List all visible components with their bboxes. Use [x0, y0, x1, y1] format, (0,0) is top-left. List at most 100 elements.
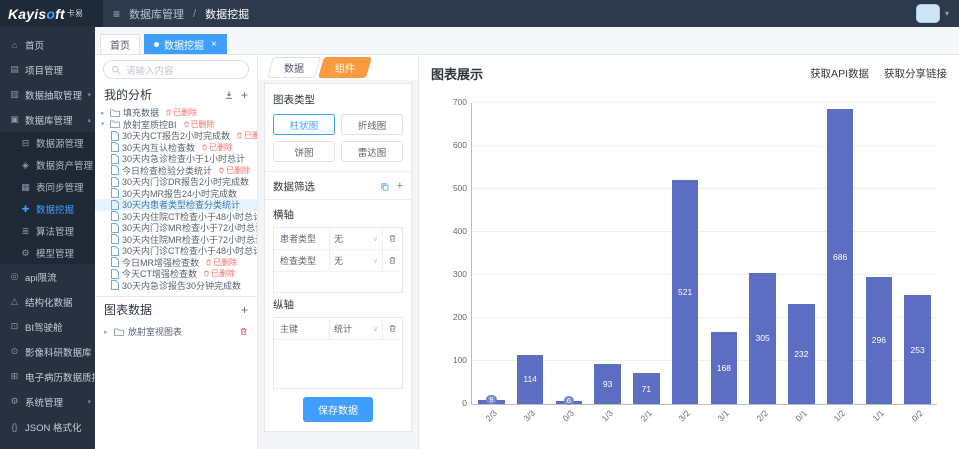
caret-icon[interactable]: ▸ [104, 328, 110, 336]
save-data-button[interactable]: 保存数据 [303, 397, 373, 422]
aggregation-select[interactable]: 无∨ [329, 228, 382, 249]
tree-item[interactable]: 30天内住院MR检查小于72小时总计 [95, 234, 257, 246]
tab-component[interactable]: 组件 [318, 57, 372, 78]
chart-type-radar-button[interactable]: 雷达图 [341, 141, 403, 162]
tree-item[interactable]: ▸填充数据已删除 [95, 107, 257, 119]
get-share-link[interactable]: 获取分享链接 [884, 66, 947, 81]
data-filter-label: 数据筛选 [273, 179, 315, 194]
bar[interactable]: 71 [633, 373, 659, 404]
get-api-data-link[interactable]: 获取API数据 [810, 66, 869, 81]
sidebar-item-mining[interactable]: ✚数据挖掘 [0, 198, 95, 220]
import-icon[interactable] [224, 90, 234, 100]
sidebar-item-extract[interactable]: ▥数据抽取管理▾ [0, 82, 95, 107]
add-chart-data-icon[interactable]: + [241, 305, 248, 315]
x-tick-label: 3/3 [522, 408, 537, 423]
sidebar-item-table-sync[interactable]: ▦表同步管理 [0, 176, 95, 198]
tree-item[interactable]: 30天内互认检查数已删除 [95, 142, 257, 154]
chevron-up-icon: ▴ [87, 116, 91, 124]
aggregation-select[interactable]: 无∨ [329, 250, 382, 271]
divider [265, 171, 411, 172]
add-analysis-icon[interactable]: + [241, 90, 248, 100]
tree-item[interactable]: 30天内MR报告24小时完成数 [95, 188, 257, 200]
sidebar-item-datasource[interactable]: ⊟数据源管理 [0, 132, 95, 154]
chart-type-line-button[interactable]: 折线图 [341, 114, 403, 135]
chart-data-tree-item[interactable]: ▸ 放射室视图表 [104, 325, 248, 338]
sidebar-item-api[interactable]: ◎api限流 [0, 264, 95, 289]
bar[interactable]: 168 [711, 332, 737, 404]
breadcrumb-parent[interactable]: 数据库管理 [129, 6, 184, 22]
tree-item[interactable]: 30天内门诊CT检查小于48小时总计 [95, 245, 257, 257]
tree-item[interactable]: 今日MR增强检查数已删除 [95, 257, 257, 269]
sidebar-submenu: ⊟数据源管理◈数据资产管理▦表同步管理✚数据挖掘≣算法管理⚙模型管理 [0, 132, 95, 264]
folder-icon [114, 328, 124, 336]
bar[interactable]: 296 [866, 277, 892, 404]
sidebar-item-imaging[interactable]: ⊙影像科研数据库 [0, 339, 95, 364]
sidebar-item-system[interactable]: ⚙系统管理▾ [0, 389, 95, 414]
bar[interactable]: 9 [478, 400, 504, 404]
tree-item[interactable]: 30天内CT报告2小时完成数已删除 [95, 130, 257, 142]
x-tick-label: 1/2 [832, 408, 847, 423]
chart-data-title: 图表数据 [104, 301, 152, 318]
sidebar-item-database[interactable]: ▣数据库管理▴ [0, 107, 95, 132]
sidebar-item-label: 数据源管理 [36, 136, 84, 150]
user-avatar[interactable] [916, 4, 940, 23]
tree-item[interactable]: 30天内住院CT检查小于48小时总计 [95, 211, 257, 223]
deleted-tag: 已删除 [218, 165, 250, 176]
sidebar-item-algorithm[interactable]: ≣算法管理 [0, 220, 95, 242]
sidebar-item-label: JSON 格式化 [25, 420, 81, 434]
sidebar-item-bi[interactable]: ⊡BI驾驶舱 [0, 314, 95, 339]
y-tick-label: 100 [453, 355, 467, 365]
sidebar-item-asset[interactable]: ◈数据资产管理 [0, 154, 95, 176]
bar[interactable]: 521 [672, 180, 698, 404]
caret-icon[interactable]: ▾ [101, 120, 107, 128]
sidebar-item-structured[interactable]: △结构化数据 [0, 289, 95, 314]
bar-value-label: 93 [603, 379, 612, 389]
sidebar-item-emr[interactable]: ⊞电子病历数据质控 [0, 364, 95, 389]
chart-data-section: 图表数据 + ▸ 放射室视图表 [95, 296, 257, 342]
sidebar-item-project[interactable]: ▤项目管理 [0, 57, 95, 82]
delete-chart-data-icon[interactable] [239, 327, 248, 336]
deleted-tag: 已删除 [201, 142, 233, 153]
tree-item-label: 今日MR增强检查数 [122, 257, 199, 269]
bar[interactable]: 6 [556, 401, 582, 404]
delete-field-button[interactable] [382, 250, 402, 271]
file-icon [111, 280, 119, 290]
search-input[interactable]: 请输入内容 [103, 60, 249, 79]
caret-icon[interactable]: ▸ [101, 109, 107, 117]
aggregation-select[interactable]: 统计∨ [329, 318, 382, 339]
delete-field-button[interactable] [382, 318, 402, 339]
add-filter-icon[interactable]: + [397, 182, 403, 191]
tree-item[interactable]: 30天内门诊MR检查小于72小时总计 [95, 222, 257, 234]
tree-item[interactable]: 今天CT增强检查数已删除 [95, 268, 257, 280]
user-menu[interactable]: ▾ [916, 4, 949, 23]
chart-type-bar-button[interactable]: 柱状图 [273, 114, 335, 135]
bar[interactable]: 253 [904, 295, 930, 404]
breadcrumb-bar: ≡ 数据库管理 / 数据挖掘 ▾ [103, 0, 959, 27]
tree-item[interactable]: 30天内门诊DR报告2小时完成数 [95, 176, 257, 188]
bar[interactable]: 232 [788, 304, 814, 404]
tree-item[interactable]: 30天内患者类型检查分类统计 [95, 199, 257, 211]
close-tab-icon[interactable]: × [211, 40, 217, 50]
tree-item[interactable]: 今日检查检验分类统计已删除 [95, 165, 257, 177]
x-tick-label: 2/1 [638, 408, 653, 423]
bar[interactable]: 93 [594, 364, 620, 404]
sidebar-item-json[interactable]: {}JSON 格式化 [0, 414, 95, 439]
collapse-menu-icon[interactable]: ≡ [113, 7, 120, 21]
tree-item[interactable]: 30天内急诊报告30分钟完成数 [95, 280, 257, 292]
tab-home[interactable]: 首页 [100, 34, 140, 54]
bar-slot: 2961/1 [860, 103, 899, 404]
delete-field-button[interactable] [382, 228, 402, 249]
tree-item[interactable]: ▾放射室质控BI已删除 [95, 119, 257, 131]
tree-item[interactable]: 30天内急诊检查小于1小时总计 [95, 153, 257, 165]
copy-icon[interactable] [380, 182, 390, 192]
tree-item-label: 30天内CT报告2小时完成数 [122, 130, 230, 142]
sidebar-item-model[interactable]: ⚙模型管理 [0, 242, 95, 264]
bar[interactable]: 114 [517, 355, 543, 404]
bar[interactable]: 305 [749, 273, 775, 404]
bar[interactable]: 686 [827, 109, 853, 404]
sidebar-item-home[interactable]: ⌂首页 [0, 32, 95, 57]
tab-data-mining[interactable]: 数据挖掘 × [144, 34, 227, 54]
chart-type-pie-button[interactable]: 饼图 [273, 141, 335, 162]
tab-data[interactable]: 数据 [267, 57, 321, 78]
bar-slot: 3052/2 [743, 103, 782, 404]
